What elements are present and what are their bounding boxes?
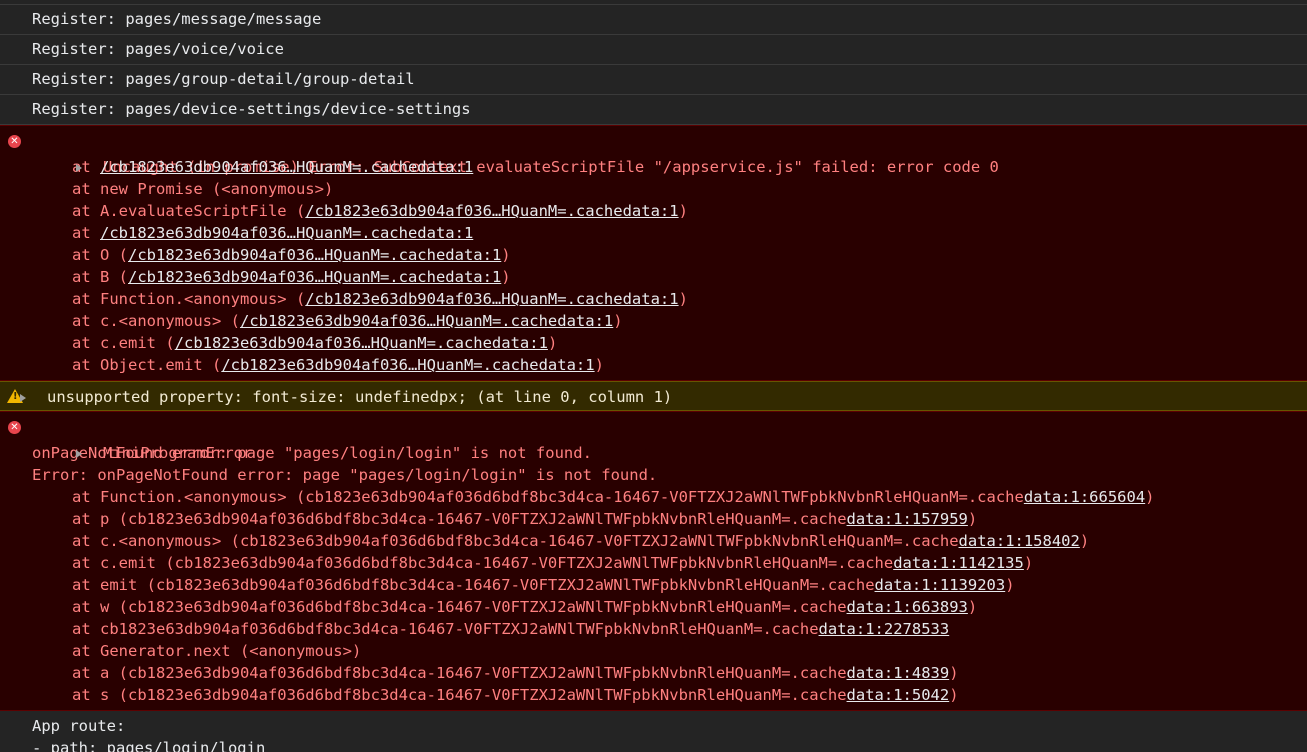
stack-frame-text: at c.emit ( (72, 334, 175, 352)
stack-frame: at w (cb1823e63db904af036d6bdf8bc3d4ca-1… (0, 596, 1307, 618)
stack-frame: at new Promise (<anonymous>) (0, 178, 1307, 200)
stack-frame-text: at c.<anonymous> ( (72, 312, 240, 330)
console-log-text: Register: pages/device-settings/device-s… (32, 100, 471, 118)
stack-frame-text: at new Promise (<anonymous>) (72, 180, 334, 198)
warning-exclamation: ! (13, 391, 18, 402)
stack-frame-suffix: ) (678, 290, 688, 308)
source-link[interactable]: data:1:1139203 (875, 576, 1006, 594)
stack-frame: at a (cb1823e63db904af036d6bdf8bc3d4ca-1… (0, 662, 1307, 684)
stack-frame: at O (/cb1823e63db904af036…HQuanM=.cache… (0, 244, 1307, 266)
stack-frame: at Function.<anonymous> (/cb1823e63db904… (0, 288, 1307, 310)
stack-frame-suffix: ) (1023, 554, 1034, 572)
console-error-miniprogram[interactable]: ✕ MiniProgramError onPageNotFound error:… (0, 411, 1307, 711)
console-log-text: Register: pages/group-detail/group-detai… (32, 70, 415, 88)
source-link[interactable]: /cb1823e63db904af036…HQuanM=.cachedata:1 (100, 224, 473, 242)
stack-frame-suffix: ) (1079, 532, 1090, 550)
stack-trace: at Function.<anonymous> (cb1823e63db904a… (0, 486, 1307, 706)
source-link[interactable]: data:1:157959 (847, 510, 968, 528)
expand-caret-icon[interactable] (76, 449, 82, 458)
stack-frame-text: at a (cb1823e63db904af036d6bdf8bc3d4ca-1… (72, 664, 847, 682)
stack-frame: at c.<anonymous> (cb1823e63db904af036d6b… (0, 530, 1307, 552)
stack-frame-text: at (72, 224, 100, 242)
stack-frame-text: at w (cb1823e63db904af036d6bdf8bc3d4ca-1… (72, 598, 847, 616)
error-header[interactable]: Uncaught (in promise) Error: SubContext … (0, 134, 1307, 176)
console-panel: Register: pages/message/message Register… (0, 0, 1307, 752)
stack-frame: at emit (cb1823e63db904af036d6bdf8bc3d4c… (0, 574, 1307, 596)
stack-frame-text: at s (cb1823e63db904af036d6bdf8bc3d4ca-1… (72, 686, 847, 704)
stack-frame-text: at Object.emit ( (72, 356, 222, 374)
stack-frame-text: at c.<anonymous> (cb1823e63db904af036d6b… (72, 532, 959, 550)
stack-frame-text: at Generator.next (<anonymous>) (72, 642, 362, 660)
stack-frame-suffix: ) (547, 334, 558, 352)
source-link[interactable]: /cb1823e63db904af036…HQuanM=.cachedata:1 (128, 268, 501, 286)
warning-message: unsupported property: font-size: undefin… (47, 388, 673, 406)
stack-frame: at cb1823e63db904af036d6bdf8bc3d4ca-1646… (0, 618, 1307, 640)
source-link[interactable]: data:1:2278533 (819, 620, 950, 638)
stack-frame-suffix: ) (1005, 576, 1015, 594)
stack-frame: at Object.emit (/cb1823e63db904af036…HQu… (0, 354, 1307, 376)
stack-frame: at A.evaluateScriptFile (/cb1823e63db904… (0, 200, 1307, 222)
stack-frame-suffix: ) (949, 686, 959, 704)
console-error-uncaught-promise[interactable]: ✕ Uncaught (in promise) Error: SubContex… (0, 125, 1307, 381)
route-path: - path: pages/login/login (32, 739, 266, 752)
source-link[interactable]: data:1:663893 (847, 598, 968, 616)
source-link[interactable]: /cb1823e63db904af036…HQuanM=.cachedata:1 (240, 312, 613, 330)
source-link[interactable]: data:1:665604 (1024, 488, 1145, 506)
console-log-text: Register: pages/voice/voice (32, 40, 284, 58)
source-link[interactable]: /cb1823e63db904af036…HQuanM=.cachedata:1 (128, 246, 501, 264)
stack-frame: at c.emit (/cb1823e63db904af036…HQuanM=.… (0, 332, 1307, 354)
stack-frame-suffix: ) (967, 510, 978, 528)
stack-frame-suffix: ) (678, 202, 688, 220)
stack-frame-text: at A.evaluateScriptFile ( (72, 202, 306, 220)
stack-frame-text: at c.emit (cb1823e63db904af036d6bdf8bc3d… (72, 554, 894, 572)
stack-frame-suffix: ) (613, 312, 623, 330)
console-warning-unsupported-property[interactable]: ! unsupported property: font-size: undef… (0, 381, 1307, 411)
source-link[interactable]: /cb1823e63db904af036…HQuanM=.cachedata:1 (175, 334, 548, 352)
stack-frame-text: at B ( (72, 268, 128, 286)
stack-frame: at B (/cb1823e63db904af036…HQuanM=.cache… (0, 266, 1307, 288)
stack-frame-suffix: ) (949, 664, 959, 682)
stack-frame: at c.<anonymous> (/cb1823e63db904af036…H… (0, 310, 1307, 332)
source-link[interactable]: /cb1823e63db904af036…HQuanM=.cachedata:1 (221, 356, 594, 374)
stack-frame: at /cb1823e63db904af036…HQuanM=.cachedat… (0, 222, 1307, 244)
source-link[interactable]: data:1:158402 (959, 532, 1080, 550)
source-link[interactable]: data:1:1142135 (893, 554, 1024, 572)
stack-frame: at Function.<anonymous> (cb1823e63db904a… (0, 486, 1307, 508)
route-title: App route: (32, 717, 126, 735)
stack-frame-suffix: ) (1145, 488, 1155, 506)
console-log-register-device-settings: Register: pages/device-settings/device-s… (0, 95, 1307, 125)
stack-frame-suffix: ) (501, 268, 511, 286)
stack-frame: at s (cb1823e63db904af036d6bdf8bc3d4ca-1… (0, 684, 1307, 706)
console-log-register-group-detail: Register: pages/group-detail/group-detai… (0, 65, 1307, 95)
source-link[interactable]: data:1:5042 (847, 686, 950, 704)
stack-frame-text: at p (cb1823e63db904af036d6bdf8bc3d4ca-1… (72, 510, 847, 528)
error-header[interactable]: MiniProgramError (0, 420, 1307, 462)
stack-frame-text: at emit (cb1823e63db904af036d6bdf8bc3d4c… (72, 576, 875, 594)
stack-frame-suffix: ) (967, 598, 978, 616)
expand-caret-icon[interactable] (20, 393, 26, 402)
stack-frame: at p (cb1823e63db904af036d6bdf8bc3d4ca-1… (0, 508, 1307, 530)
stack-frame-suffix: ) (501, 246, 511, 264)
console-log-text: Register: pages/message/message (32, 10, 322, 28)
error-line: onPageNotFound error: page "pages/login/… (32, 444, 592, 462)
stack-frame-text: at Function.<anonymous> ( (72, 290, 306, 308)
console-log-app-route: App route: - path: pages/login/login (0, 711, 1307, 752)
error-line: Error: onPageNotFound error: page "pages… (32, 466, 658, 484)
source-link[interactable]: /cb1823e63db904af036…HQuanM=.cachedata:1 (305, 290, 678, 308)
source-link[interactable]: /cb1823e63db904af036…HQuanM=.cachedata:1 (305, 202, 678, 220)
console-log-register-voice: Register: pages/voice/voice (0, 35, 1307, 65)
stack-frame-text: at cb1823e63db904af036d6bdf8bc3d4ca-1646… (72, 620, 819, 638)
stack-frame-suffix: ) (594, 356, 604, 374)
stack-frame: at Generator.next (<anonymous>) (0, 640, 1307, 662)
source-link[interactable]: data:1:4839 (847, 664, 950, 682)
error-icon: ✕ (8, 135, 21, 148)
stack-frame: at c.emit (cb1823e63db904af036d6bdf8bc3d… (0, 552, 1307, 574)
stack-frame-text: at O ( (72, 246, 128, 264)
stack-trace: at /cb1823e63db904af036…HQuanM=.cachedat… (0, 156, 1307, 376)
error-icon: ✕ (8, 421, 21, 434)
stack-frame-text: at Function.<anonymous> (cb1823e63db904a… (72, 488, 1024, 506)
source-link[interactable]: /cb1823e63db904af036…HQuanM=.cachedata:1 (100, 158, 473, 176)
console-log-register-message: Register: pages/message/message (0, 5, 1307, 35)
expand-caret-icon[interactable] (76, 163, 82, 172)
